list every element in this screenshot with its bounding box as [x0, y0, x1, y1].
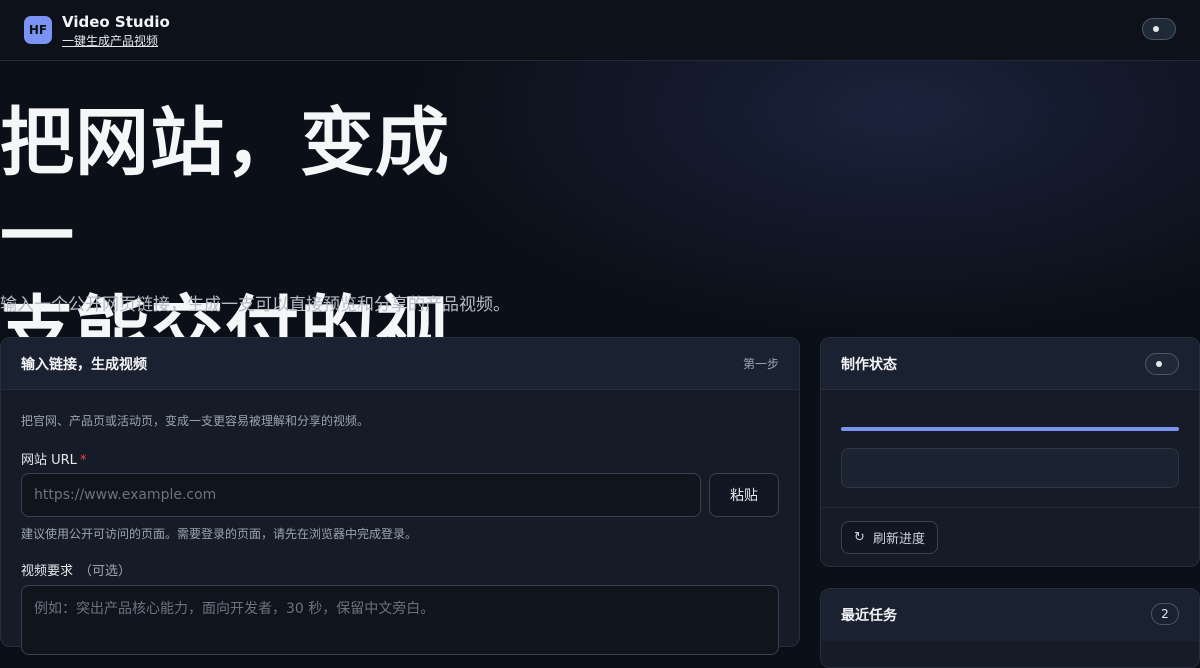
paste-button[interactable]: 粘贴: [709, 473, 779, 517]
status-message-box: [841, 448, 1179, 488]
status-card: 制作状态 ↻ 刷新进度: [820, 337, 1200, 567]
create-card-intro: 把官网、产品页或活动页，变成一支更容易被理解和分享的视频。: [21, 412, 369, 429]
refresh-label: 刷新进度: [873, 528, 925, 547]
recent-tasks-card: 最近任务 2: [820, 588, 1200, 668]
app-title: Video Studio: [62, 13, 170, 31]
url-label-text: 网站 URL: [21, 453, 77, 468]
refresh-icon: ↻: [854, 530, 865, 545]
create-card-title: 输入链接，生成视频: [21, 354, 147, 374]
requirements-label: 视频要求 （可选）: [21, 560, 131, 579]
create-video-card: 输入链接，生成视频 第一步 把官网、产品页或活动页，变成一支更容易被理解和分享的…: [0, 337, 800, 647]
hero-description: 输入一个公开网页链接，生成一支可以直接预览和分享的产品视频。: [0, 290, 510, 315]
create-card-header: 输入链接，生成视频 第一步: [1, 338, 799, 390]
url-input[interactable]: [21, 473, 701, 517]
recent-card-header: 最近任务: [821, 589, 1199, 641]
recent-count-badge: 2: [1151, 603, 1179, 625]
status-toggle-dot-icon: [1156, 361, 1162, 367]
step-label: 第一步: [743, 355, 779, 372]
url-field-label: 网站 URL*: [21, 449, 86, 468]
progress-bar: [841, 427, 1179, 431]
requirements-textarea[interactable]: [21, 585, 779, 655]
top-bar: HF Video Studio 一键生成产品视频: [0, 0, 1200, 61]
status-divider: [821, 507, 1199, 508]
app-logo: HF: [24, 16, 52, 44]
required-marker: *: [80, 453, 87, 468]
toggle-dot-icon: [1153, 26, 1159, 32]
app-subtitle-link[interactable]: 一键生成产品视频: [62, 32, 158, 49]
status-toggle[interactable]: [1145, 353, 1179, 375]
url-hint: 建议使用公开可访问的页面。需要登录的页面，请先在浏览器中完成登录。: [21, 525, 417, 542]
recent-card-title: 最近任务: [841, 605, 897, 625]
requirements-label-text: 视频要求: [21, 564, 73, 579]
status-card-header: 制作状态: [821, 338, 1199, 390]
optional-marker: （可选）: [79, 564, 131, 579]
status-card-title: 制作状态: [841, 354, 897, 374]
theme-toggle[interactable]: [1142, 18, 1176, 40]
hero-title-line-1: 把网站，变成一: [0, 100, 450, 280]
refresh-progress-button[interactable]: ↻ 刷新进度: [841, 521, 938, 554]
